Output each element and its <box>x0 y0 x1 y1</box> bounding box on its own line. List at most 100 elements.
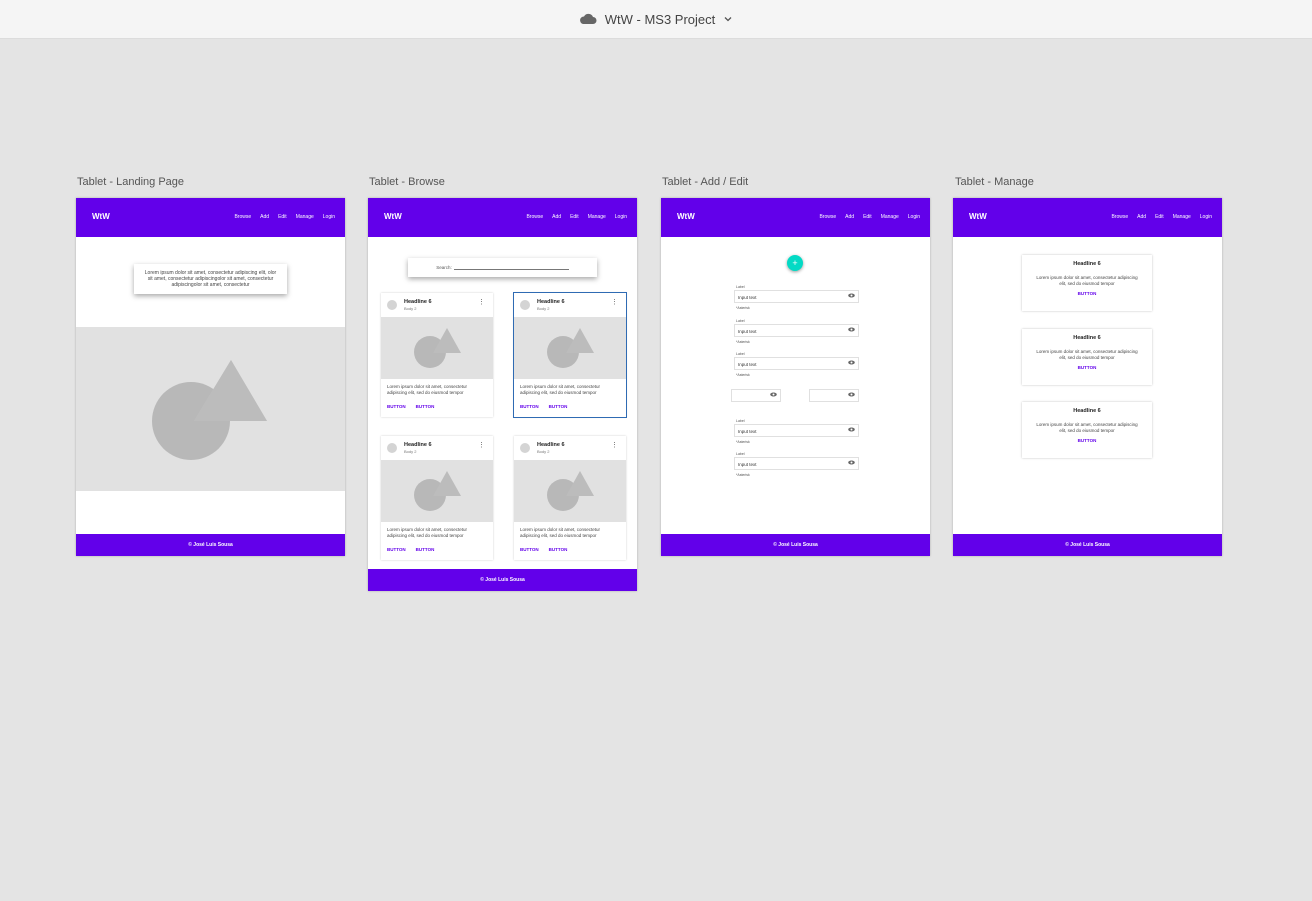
card-subtitle: Body 2 <box>404 306 417 311</box>
nav-link-add[interactable]: Add <box>552 214 561 220</box>
image-placeholder-icon <box>547 328 594 368</box>
card-button-1[interactable]: BUTTON <box>387 404 406 409</box>
nav-link-browse[interactable]: Browse <box>234 214 251 220</box>
nav-link-login[interactable]: Login <box>323 214 335 220</box>
card-text: Lorem ipsum dolor sit amet, consectetur … <box>387 384 468 395</box>
field-input[interactable]: Input text <box>734 424 859 437</box>
more-vert-icon[interactable]: ⋮ <box>478 441 485 449</box>
eye-icon[interactable] <box>848 293 855 298</box>
image-placeholder-icon <box>152 360 267 460</box>
nav-link-edit[interactable]: Edit <box>570 214 579 220</box>
card-subtitle: Body 2 <box>537 306 550 311</box>
text-field[interactable]: Label Input text *Asterisk <box>734 352 859 378</box>
browse-card-selected[interactable]: Headline 6 Body 2 ⋮ Lorem ipsum dolor si… <box>513 292 627 418</box>
eye-icon[interactable] <box>848 460 855 465</box>
card-headline: Headline 6 <box>537 299 565 305</box>
eye-icon[interactable] <box>770 392 777 397</box>
logo[interactable]: WtW <box>969 212 987 221</box>
more-vert-icon[interactable]: ⋮ <box>611 441 618 449</box>
field-label: Label <box>736 319 745 323</box>
browse-card[interactable]: Headline 6 Body 2 ⋮ Lorem ipsum dolor si… <box>381 293 493 417</box>
nav-link-manage[interactable]: Manage <box>588 214 606 220</box>
nav-links: Browse Add Edit Manage Login <box>1111 214 1212 220</box>
chevron-down-icon[interactable] <box>723 14 733 24</box>
more-vert-icon[interactable]: ⋮ <box>611 298 618 306</box>
artboard-label-landing[interactable]: Tablet - Landing Page <box>77 176 184 188</box>
card-headline: Headline 6 <box>1073 408 1101 414</box>
footer: © José Luis Sousa <box>953 534 1222 556</box>
card-headline: Headline 6 <box>1073 261 1101 267</box>
card-button-1[interactable]: BUTTON <box>520 547 539 552</box>
nav-link-browse[interactable]: Browse <box>1111 214 1128 220</box>
field-input[interactable]: Input text <box>734 457 859 470</box>
navbar: WtW Browse Add Edit Manage Login <box>661 198 930 237</box>
footer: © José Luis Sousa <box>368 569 637 591</box>
card-headline: Headline 6 <box>537 442 565 448</box>
artboard-label-browse[interactable]: Tablet - Browse <box>369 176 445 188</box>
document-title-bar[interactable]: WtW - MS3 Project <box>0 0 1312 39</box>
nav-link-login[interactable]: Login <box>1200 214 1212 220</box>
small-input-field[interactable] <box>809 384 859 404</box>
manage-card[interactable]: Headline 6 Lorem ipsum dolor sit amet, c… <box>1022 402 1152 458</box>
search-input[interactable] <box>453 268 569 270</box>
artboard-landing[interactable]: WtW Browse Add Edit Manage Login Lorem i… <box>76 198 345 556</box>
artboard-label-manage[interactable]: Tablet - Manage <box>955 176 1034 188</box>
cloud-icon <box>579 13 597 24</box>
card-button-2[interactable]: BUTTON <box>416 547 435 552</box>
browse-card[interactable]: Headline 6 Body 2 ⋮ Lorem ipsum dolor si… <box>514 436 626 560</box>
nav-link-add[interactable]: Add <box>1137 214 1146 220</box>
field-helper: *Asterisk <box>736 306 750 310</box>
nav-link-edit[interactable]: Edit <box>278 214 287 220</box>
field-input[interactable]: Input text <box>734 357 859 370</box>
nav-link-manage[interactable]: Manage <box>1173 214 1191 220</box>
nav-link-add[interactable]: Add <box>845 214 854 220</box>
eye-icon[interactable] <box>848 327 855 332</box>
card-text: Lorem ipsum dolor sit amet, consectetur … <box>1036 349 1138 360</box>
card-button[interactable]: BUTTON <box>1022 291 1152 296</box>
eye-icon[interactable] <box>848 360 855 365</box>
card-button[interactable]: BUTTON <box>1022 438 1152 443</box>
card-button[interactable]: BUTTON <box>1022 365 1152 370</box>
nav-link-add[interactable]: Add <box>260 214 269 220</box>
more-vert-icon[interactable]: ⋮ <box>478 298 485 306</box>
small-input-field[interactable] <box>731 384 781 404</box>
eye-icon[interactable] <box>848 392 855 397</box>
logo[interactable]: WtW <box>677 212 695 221</box>
artboard-add-edit[interactable]: WtW Browse Add Edit Manage Login + Label… <box>661 198 930 556</box>
add-fab-button[interactable]: + <box>787 255 803 271</box>
text-field[interactable]: Label Input text *Asterisk <box>734 452 859 478</box>
text-field[interactable]: Label Input text *Asterisk <box>734 419 859 445</box>
manage-card[interactable]: Headline 6 Lorem ipsum dolor sit amet, c… <box>1022 255 1152 311</box>
field-input[interactable]: Input text <box>734 324 859 337</box>
card-button-2[interactable]: BUTTON <box>549 547 568 552</box>
nav-link-browse[interactable]: Browse <box>526 214 543 220</box>
nav-link-edit[interactable]: Edit <box>1155 214 1164 220</box>
text-field[interactable]: Label Input text *Asterisk <box>734 285 859 311</box>
nav-link-manage[interactable]: Manage <box>296 214 314 220</box>
card-subtitle: Body 2 <box>537 449 550 454</box>
search-bar[interactable]: Search: <box>408 258 597 277</box>
artboard-manage[interactable]: WtW Browse Add Edit Manage Login Headlin… <box>953 198 1222 556</box>
nav-link-browse[interactable]: Browse <box>819 214 836 220</box>
card-button-2[interactable]: BUTTON <box>549 404 568 409</box>
artboard-browse[interactable]: WtW Browse Add Edit Manage Login Search:… <box>368 198 637 591</box>
card-button-1[interactable]: BUTTON <box>520 404 539 409</box>
artboard-label-add-edit[interactable]: Tablet - Add / Edit <box>662 176 748 188</box>
field-label: Label <box>736 419 745 423</box>
field-label: Label <box>736 452 745 456</box>
text-field[interactable]: Label Input text *Asterisk <box>734 319 859 345</box>
nav-link-login[interactable]: Login <box>615 214 627 220</box>
browse-card[interactable]: Headline 6 Body 2 ⋮ Lorem ipsum dolor si… <box>381 436 493 560</box>
nav-link-manage[interactable]: Manage <box>881 214 899 220</box>
nav-link-login[interactable]: Login <box>908 214 920 220</box>
manage-card[interactable]: Headline 6 Lorem ipsum dolor sit amet, c… <box>1022 329 1152 385</box>
field-input[interactable]: Input text <box>734 290 859 303</box>
card-button-1[interactable]: BUTTON <box>387 547 406 552</box>
logo[interactable]: WtW <box>384 212 402 221</box>
eye-icon[interactable] <box>848 427 855 432</box>
logo[interactable]: WtW <box>92 212 110 221</box>
nav-link-edit[interactable]: Edit <box>863 214 872 220</box>
card-button-2[interactable]: BUTTON <box>416 404 435 409</box>
image-placeholder-icon <box>547 471 594 511</box>
card-text: Lorem ipsum dolor sit amet, consectetur … <box>1036 422 1138 433</box>
